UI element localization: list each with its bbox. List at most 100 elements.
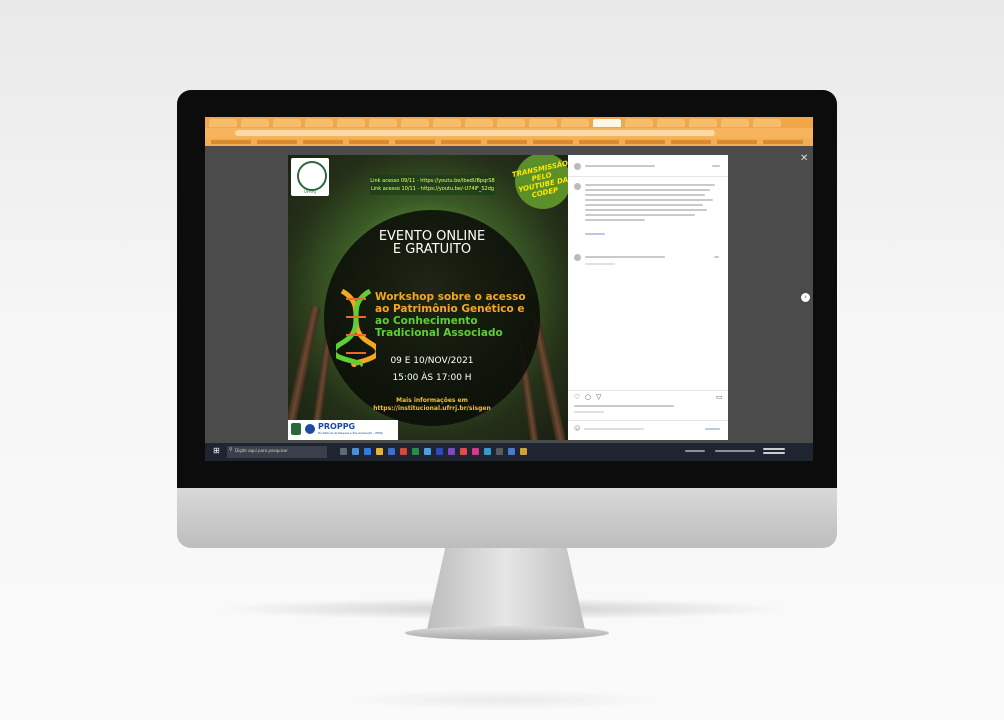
bookmark-item[interactable] — [395, 140, 435, 144]
browser-tab-strip — [205, 117, 813, 128]
caption-text — [585, 209, 707, 211]
search-icon: ⚲ — [229, 447, 233, 453]
workshop-title-line3: ao Conhecimento — [375, 315, 478, 327]
more-info-link[interactable]: https://institucional.ufrrj.br/sisgen — [324, 405, 540, 412]
monitor-stand-base — [405, 626, 609, 640]
taskbar-app-icon[interactable] — [448, 448, 455, 455]
ufrrj-logo-icon — [291, 423, 301, 435]
see-translation-link[interactable] — [585, 233, 605, 235]
seal-text: UFRRJ — [304, 189, 316, 194]
browser-tab[interactable] — [657, 119, 685, 127]
taskbar-app-icon[interactable] — [472, 448, 479, 455]
browser-tab[interactable] — [273, 119, 301, 127]
browser-tab[interactable] — [625, 119, 653, 127]
reply-link[interactable] — [585, 263, 615, 265]
taskbar-app-icon[interactable] — [400, 448, 407, 455]
bookmark-item[interactable] — [717, 140, 757, 144]
proppg-subtitle: Pró-Reitoria de Pesquisa e Pós-Graduação… — [318, 432, 383, 435]
clock[interactable] — [763, 448, 785, 450]
taskbar-app-icon[interactable] — [388, 448, 395, 455]
bookmark-icon[interactable]: ▭ — [716, 393, 723, 401]
dna-icon — [336, 288, 376, 367]
info-circle: EVENTO ONLINE E GRATUITO Workshop sobre … — [324, 210, 540, 426]
taskbar-app-icon[interactable] — [376, 448, 383, 455]
bookmark-item[interactable] — [579, 140, 619, 144]
event-time: 15:00 ÀS 17:00 H — [392, 373, 472, 383]
divider — [568, 420, 728, 421]
likes-text — [574, 405, 674, 407]
taskbar-app-icon[interactable] — [460, 448, 467, 455]
monitor-stand-neck — [426, 548, 586, 634]
caption-text — [585, 184, 715, 186]
account-name[interactable] — [585, 165, 655, 167]
bookmark-item[interactable] — [349, 140, 389, 144]
taskbar-app-icon[interactable] — [520, 448, 527, 455]
bookmark-item[interactable] — [487, 140, 527, 144]
seal-ring — [297, 161, 327, 191]
browser-tab[interactable] — [241, 119, 269, 127]
address-bar[interactable] — [235, 130, 715, 136]
system-tray[interactable] — [685, 448, 795, 454]
divider — [568, 390, 728, 391]
date-display[interactable] — [763, 452, 785, 454]
browser-tab[interactable] — [209, 119, 237, 127]
comment-icon[interactable]: ○ — [585, 393, 591, 401]
browser-tab[interactable] — [433, 119, 461, 127]
link-day1[interactable]: Link acesso 09/11 - https://youtu.be/ibe… — [370, 178, 495, 184]
workshop-title-line4: Tradicional Associado — [375, 327, 503, 339]
bookmark-item[interactable] — [625, 140, 665, 144]
browser-tab-active[interactable] — [593, 119, 621, 127]
university-seal-logo: UFRRJ — [291, 158, 329, 196]
taskbar-app-icon[interactable] — [484, 448, 491, 455]
taskbar-app-icon[interactable] — [436, 448, 443, 455]
browser-tab[interactable] — [497, 119, 525, 127]
browser-tab[interactable] — [337, 119, 365, 127]
browser-tab[interactable] — [401, 119, 429, 127]
taskbar-app-icon[interactable] — [352, 448, 359, 455]
heart-icon[interactable]: ♡ — [574, 393, 580, 401]
browser-tab[interactable] — [721, 119, 749, 127]
taskbar-app-icon[interactable] — [496, 448, 503, 455]
taskbar-app-icon[interactable] — [340, 448, 347, 455]
bookmark-item[interactable] — [671, 140, 711, 144]
share-icon[interactable]: ▽ — [596, 393, 601, 401]
browser-tab[interactable] — [305, 119, 333, 127]
taskbar-app-icon[interactable] — [424, 448, 431, 455]
taskbar-app-icon[interactable] — [364, 448, 371, 455]
monitor-chin — [177, 488, 837, 548]
caption-text — [585, 194, 705, 196]
bookmark-item[interactable] — [763, 140, 803, 144]
taskbar-app-icon[interactable] — [508, 448, 515, 455]
bookmark-item[interactable] — [303, 140, 343, 144]
next-arrow-icon[interactable]: › — [801, 293, 810, 302]
browser-tab[interactable] — [561, 119, 589, 127]
tray-icons[interactable] — [715, 450, 755, 452]
caption-text — [585, 199, 713, 201]
browser-tab[interactable] — [465, 119, 493, 127]
link-day2[interactable]: Link acesso 10/11 - https://youtu.be/-U7… — [370, 186, 495, 192]
avatar[interactable] — [574, 163, 581, 170]
browser-tab[interactable] — [369, 119, 397, 127]
close-icon[interactable]: ✕ — [800, 154, 808, 164]
emoji-icon[interactable]: ☺ — [574, 425, 580, 432]
windows-start-icon[interactable]: ⊞ — [213, 447, 221, 455]
more-options-icon[interactable] — [712, 165, 720, 167]
avatar[interactable] — [574, 254, 581, 261]
browser-tab[interactable] — [689, 119, 717, 127]
add-comment-input[interactable] — [584, 428, 644, 430]
caption-text — [585, 219, 645, 221]
publish-button[interactable] — [705, 428, 720, 430]
screen: ✕ › UFRRJ Link acesso 09/11 - https://yo… — [205, 117, 813, 461]
more-info-label: Mais informações em — [396, 397, 468, 404]
browser-tab[interactable] — [753, 119, 781, 127]
weather-widget[interactable] — [685, 450, 705, 452]
post-date — [574, 411, 604, 413]
bookmark-item[interactable] — [441, 140, 481, 144]
bookmark-item[interactable] — [533, 140, 573, 144]
taskbar-app-icon[interactable] — [412, 448, 419, 455]
browser-tab[interactable] — [529, 119, 557, 127]
bookmark-item[interactable] — [257, 140, 297, 144]
youtube-broadcast-badge: TRANSMISSÃO PELO YOUTUBE DA CODEP — [512, 155, 568, 209]
bookmark-item[interactable] — [211, 140, 251, 144]
like-comment-icon[interactable] — [714, 256, 719, 258]
